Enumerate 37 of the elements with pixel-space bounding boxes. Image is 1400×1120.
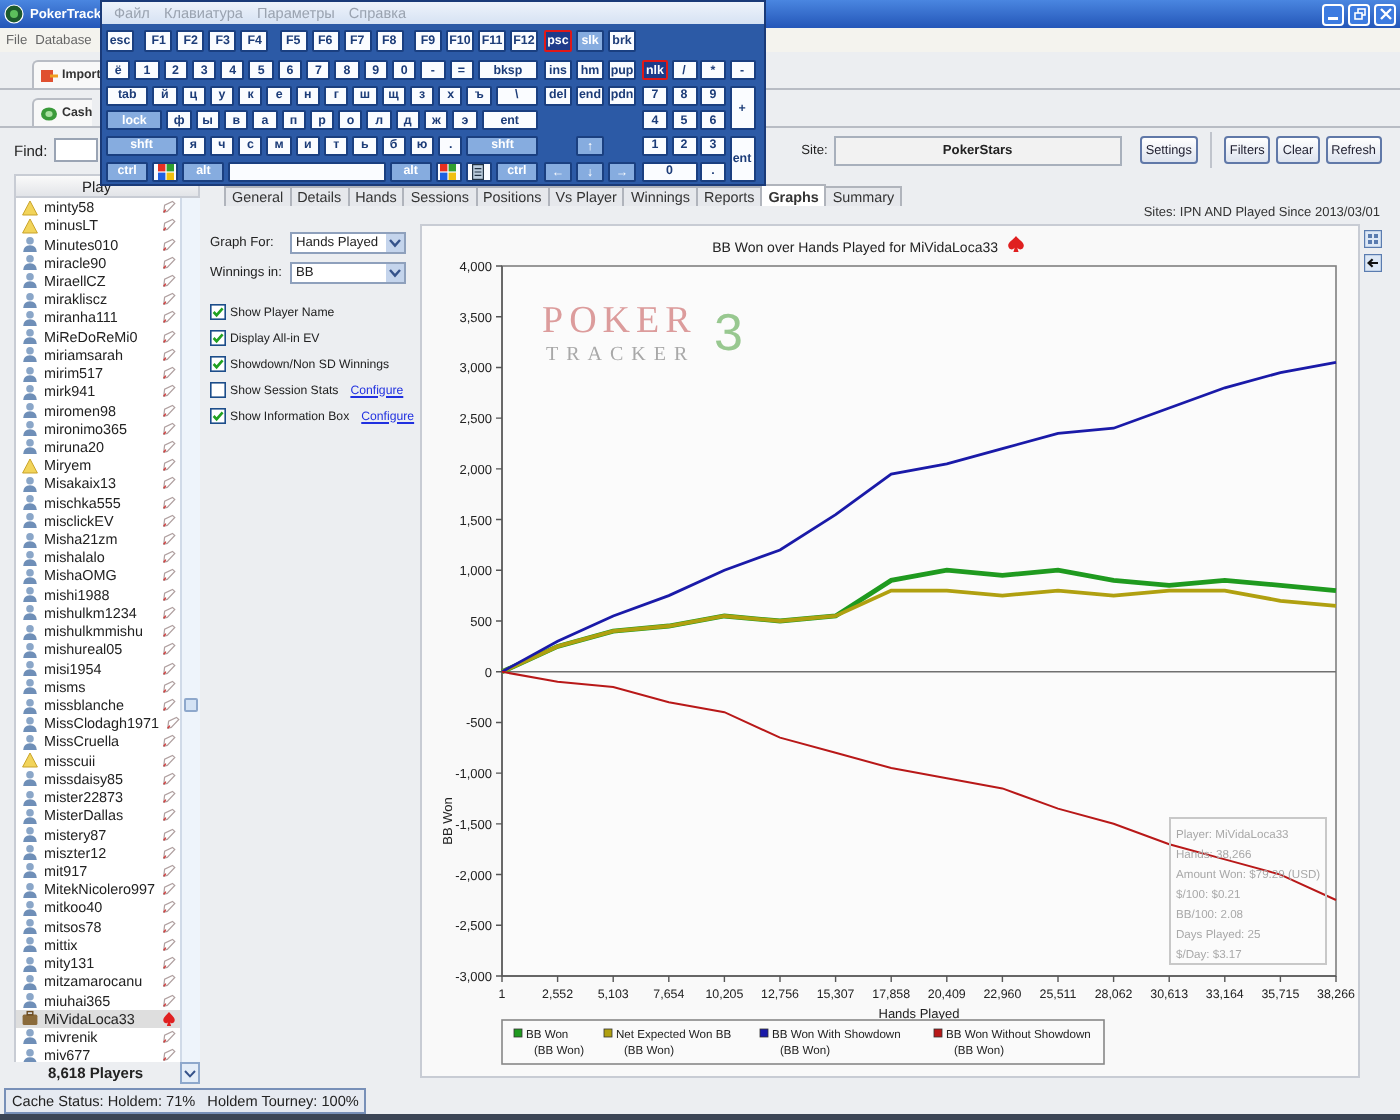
chart-watermark: POKER [542, 300, 697, 342]
restore-icon [1353, 8, 1365, 20]
warning-icon [22, 752, 38, 769]
spade-icon [1008, 236, 1024, 252]
close-icon [1379, 8, 1391, 20]
app-icon [4, 4, 24, 24]
windows-key[interactable] [435, 161, 462, 182]
checkbox[interactable] [210, 304, 226, 320]
checkbox[interactable] [210, 356, 226, 372]
cash-icon [40, 105, 58, 121]
left-arrow-icon[interactable] [1364, 254, 1382, 272]
restore-button[interactable] [1348, 3, 1370, 25]
chevron-down-icon [386, 233, 404, 251]
chevron-down-icon [386, 263, 404, 281]
grid-icon[interactable] [1364, 230, 1382, 248]
scroll-thumb[interactable] [184, 698, 198, 712]
flag-icon [157, 163, 174, 180]
import-icon [40, 67, 58, 83]
briefcase-icon [22, 1010, 38, 1027]
warning-icon [22, 457, 38, 474]
checkbox[interactable] [210, 382, 226, 398]
chart-watermark: TRACKER [546, 344, 696, 366]
space-key[interactable] [228, 161, 386, 182]
menu-icon [472, 163, 485, 180]
menu-key[interactable] [465, 161, 492, 182]
scrollbar[interactable] [180, 198, 200, 1062]
scroll-down-button[interactable] [180, 1062, 200, 1084]
chevron-down-icon [184, 1069, 196, 1077]
minimize-button[interactable] [1322, 3, 1344, 25]
close-button[interactable] [1374, 3, 1396, 25]
windows-key[interactable] [152, 161, 179, 182]
spade-icon [162, 1011, 176, 1026]
checkbox[interactable] [210, 330, 226, 346]
flag-icon [440, 163, 457, 180]
checkbox[interactable] [210, 408, 226, 424]
find-field[interactable] [53, 138, 98, 162]
chart-watermark: 3 [714, 302, 743, 362]
